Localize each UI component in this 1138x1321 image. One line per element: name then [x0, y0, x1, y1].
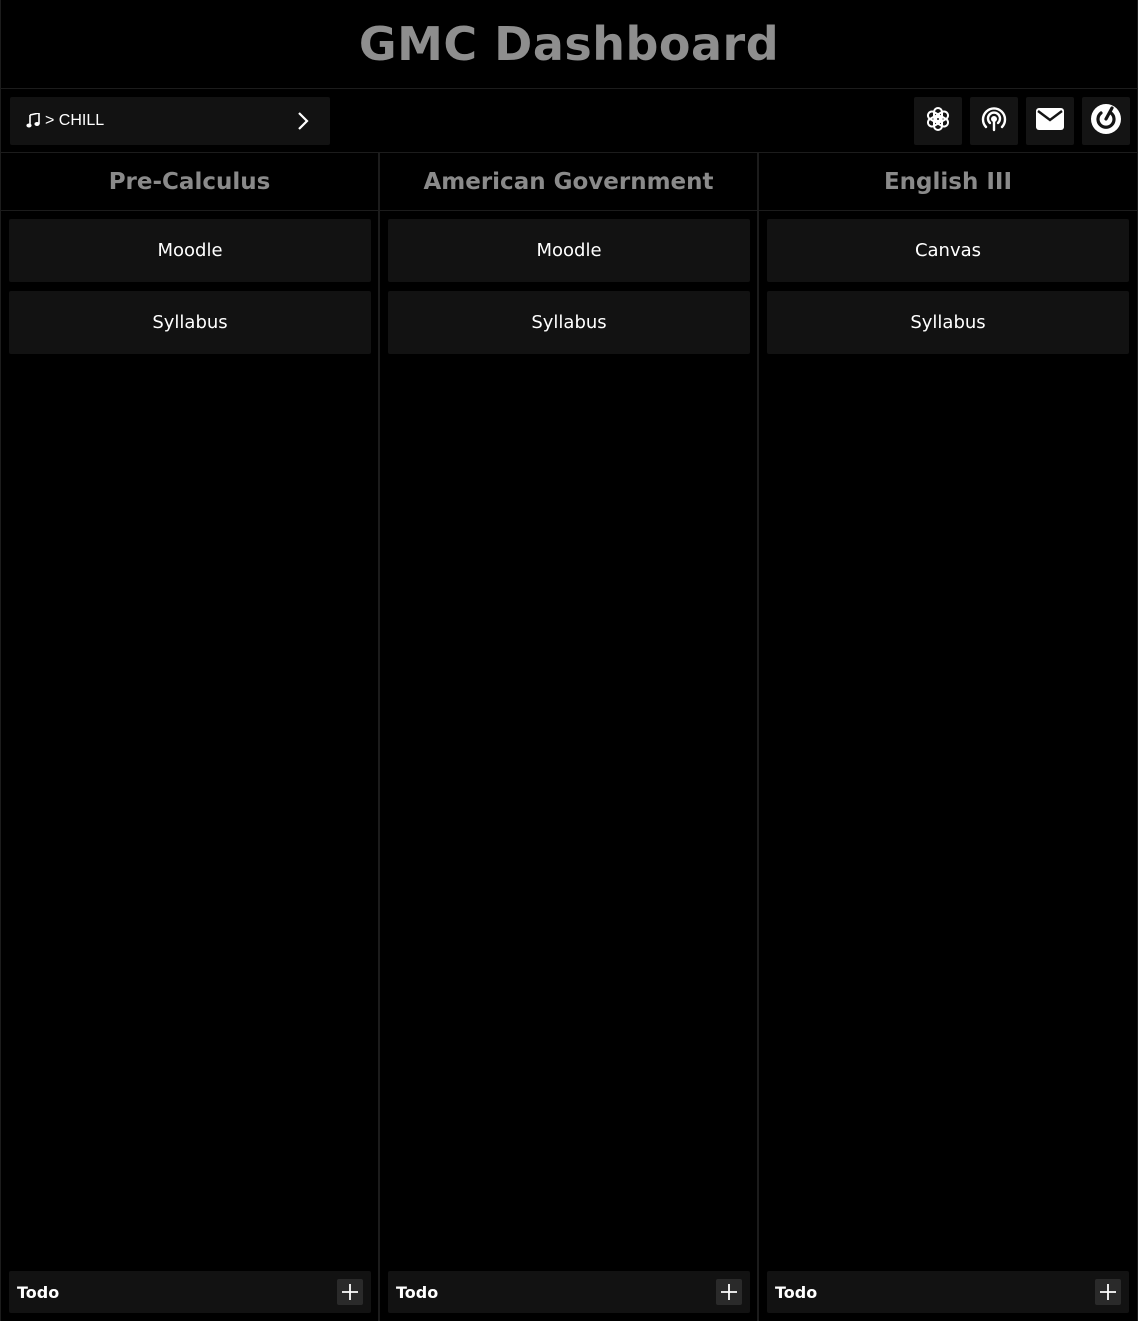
- openai-icon: [924, 105, 952, 137]
- music-label: > CHILL: [45, 112, 105, 129]
- header: GMC Dashboard: [0, 0, 1138, 89]
- plus-icon: [721, 1284, 737, 1300]
- page-title: GMC Dashboard: [358, 17, 780, 71]
- plus-icon: [342, 1284, 358, 1300]
- todo-label: Todo: [396, 1282, 439, 1302]
- mail-icon: [1036, 108, 1064, 134]
- podcast-icon: [980, 105, 1008, 137]
- mail-button[interactable]: [1026, 97, 1074, 145]
- todo-bar: Todo: [767, 1271, 1129, 1313]
- add-todo-button[interactable]: [716, 1279, 742, 1305]
- moodle-link[interactable]: Moodle: [9, 219, 371, 282]
- syllabus-link[interactable]: Syllabus: [767, 291, 1129, 354]
- todo-label: Todo: [775, 1282, 818, 1302]
- syllabus-link[interactable]: Syllabus: [9, 291, 371, 354]
- course-column-english-iii: English III Canvas Syllabus Todo: [758, 153, 1138, 1321]
- power-button[interactable]: [1082, 97, 1130, 145]
- canvas-link[interactable]: Canvas: [767, 219, 1129, 282]
- music-player-button[interactable]: > CHILL: [10, 97, 330, 145]
- course-column-american-government: American Government Moodle Syllabus Todo: [379, 153, 758, 1321]
- music-note-icon: [26, 113, 40, 129]
- toolbar: > CHILL: [0, 89, 1138, 153]
- plus-icon: [1100, 1284, 1116, 1300]
- course-column-precalculus: Pre-Calculus Moodle Syllabus Todo: [0, 153, 379, 1321]
- chevron-right-icon: [296, 111, 310, 131]
- add-todo-button[interactable]: [1095, 1279, 1121, 1305]
- course-title: Pre-Calculus: [1, 153, 378, 211]
- course-title: American Government: [380, 153, 757, 211]
- openai-button[interactable]: [914, 97, 962, 145]
- todo-bar: Todo: [9, 1271, 371, 1313]
- podcast-button[interactable]: [970, 97, 1018, 145]
- add-todo-button[interactable]: [337, 1279, 363, 1305]
- moodle-link[interactable]: Moodle: [388, 219, 750, 282]
- syllabus-link[interactable]: Syllabus: [388, 291, 750, 354]
- power-icon: [1090, 103, 1122, 139]
- todo-label: Todo: [17, 1282, 60, 1302]
- course-title: English III: [759, 153, 1137, 211]
- todo-bar: Todo: [388, 1271, 750, 1313]
